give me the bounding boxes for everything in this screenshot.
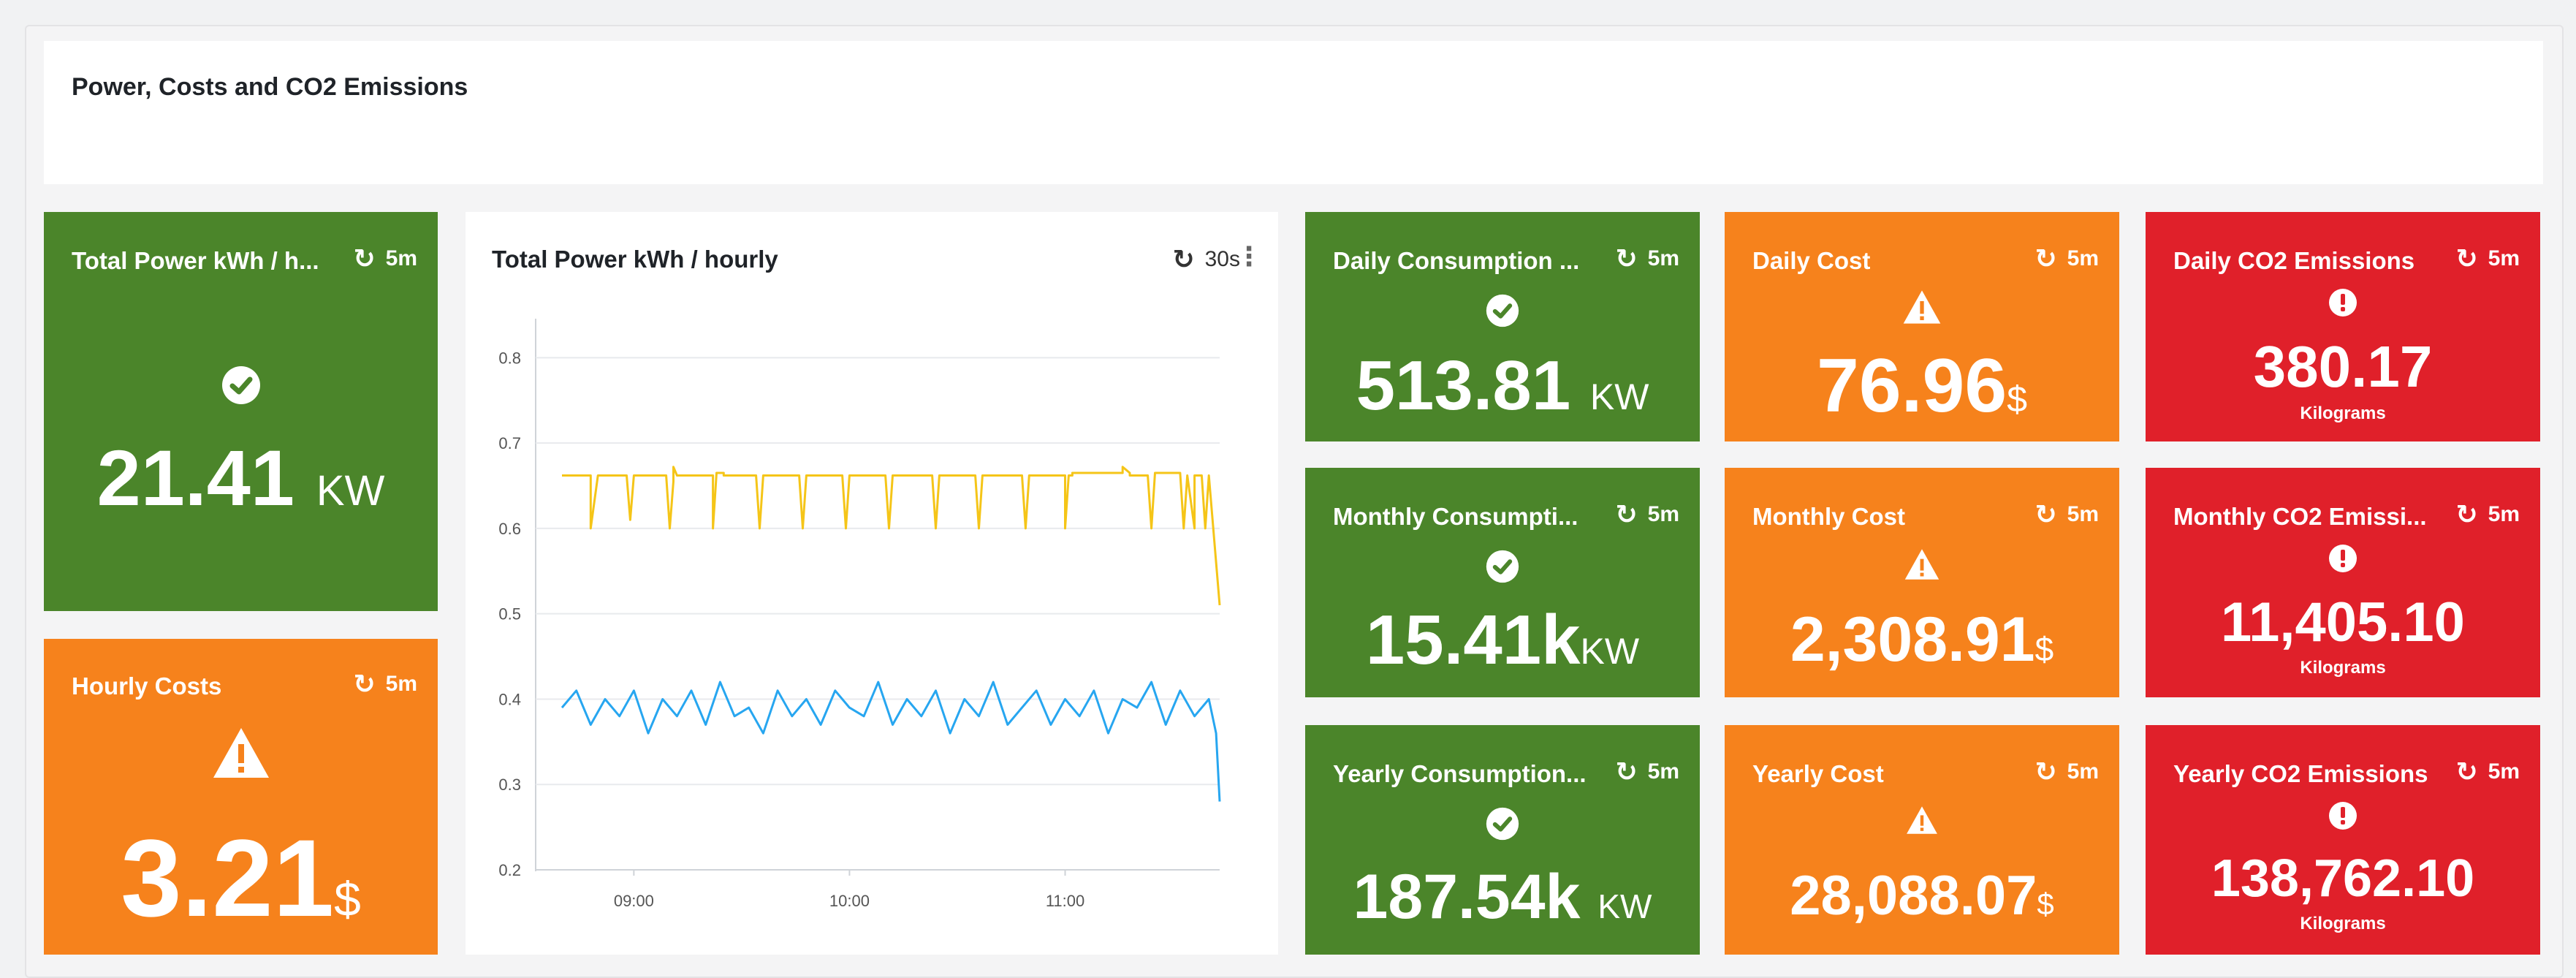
tile-daily-consumption[interactable]: Daily Consumption ... ↻ 5m 513.81 KW bbox=[1305, 212, 1700, 441]
check-circle-icon bbox=[44, 365, 438, 405]
refresh-button[interactable]: ↻ 5m bbox=[1615, 759, 1679, 785]
refresh-button[interactable]: ↻ 5m bbox=[2034, 246, 2099, 272]
refresh-icon: ↻ bbox=[1615, 499, 1638, 529]
dashboard-header: Power, Costs and CO2 Emissions bbox=[44, 41, 2543, 184]
tile-title: Total Power kWh / h... bbox=[72, 247, 319, 274]
alert-circle-icon bbox=[2146, 801, 2540, 830]
unit-label: Kilograms bbox=[2300, 914, 2386, 933]
warning-triangle-icon bbox=[44, 727, 438, 779]
y-tick-label: 0.6 bbox=[498, 520, 521, 538]
refresh-icon: ↻ bbox=[2455, 757, 2478, 786]
tile-monthly-cost[interactable]: Monthly Cost ↻ 5m 2,308.91$ bbox=[1725, 468, 2119, 697]
refresh-icon: ↻ bbox=[353, 669, 376, 699]
tile-monthly-consumption[interactable]: Monthly Consumpti... ↻ 5m 15.41kKW bbox=[1305, 468, 1700, 697]
tile-value: 28,088.07$ bbox=[1790, 865, 2054, 927]
refresh-icon: ↻ bbox=[2034, 499, 2057, 529]
tile-value: 21.41 KW bbox=[96, 433, 385, 522]
chart-panel: Total Power kWh / hourly ↻ 30s ⋮ 0.2 0.3 0.… bbox=[466, 212, 1278, 955]
tile-value: 138,762.10 bbox=[2211, 849, 2475, 908]
y-tick-label: 0.4 bbox=[498, 690, 521, 708]
refresh-icon: ↻ bbox=[353, 243, 376, 273]
tile-title: Monthly Cost bbox=[1752, 503, 1905, 530]
tile-title: Monthly Consumpti... bbox=[1333, 503, 1578, 530]
refresh-icon: ↻ bbox=[1615, 243, 1638, 273]
refresh-interval: 5m bbox=[1647, 246, 1679, 270]
refresh-interval: 5m bbox=[2067, 502, 2099, 526]
refresh-button[interactable]: ↻ 5m bbox=[2455, 759, 2520, 785]
check-circle-icon bbox=[1305, 550, 1700, 583]
refresh-interval: 5m bbox=[1647, 502, 1679, 526]
tile-value: 76.96$ bbox=[1816, 344, 2028, 428]
refresh-icon: ↻ bbox=[1615, 757, 1638, 786]
refresh-button[interactable]: ↻ 5m bbox=[2034, 501, 2099, 528]
tile-value: 3.21$ bbox=[121, 816, 361, 939]
refresh-button[interactable]: ↻ 5m bbox=[353, 246, 417, 272]
refresh-interval: 5m bbox=[385, 246, 417, 270]
tile-value: 2,308.91$ bbox=[1790, 604, 2054, 675]
tile-daily-cost[interactable]: Daily Cost ↻ 5m 76.96$ bbox=[1725, 212, 2119, 441]
refresh-interval: 5m bbox=[2067, 246, 2099, 270]
check-circle-icon bbox=[1305, 807, 1700, 841]
tile-title: Daily Consumption ... bbox=[1333, 247, 1580, 274]
y-tick-label: 0.7 bbox=[498, 434, 521, 452]
refresh-interval: 5m bbox=[2488, 759, 2520, 784]
refresh-button[interactable]: ↻ 5m bbox=[2455, 501, 2520, 528]
series-line-2 bbox=[561, 681, 1221, 802]
warning-triangle-icon bbox=[1725, 805, 2119, 835]
tile-value: 11,405.10 bbox=[2221, 591, 2465, 653]
alert-circle-icon bbox=[2146, 288, 2540, 317]
refresh-interval: 5m bbox=[2488, 502, 2520, 526]
tile-hourly-costs[interactable]: Hourly Costs ↻ 5m 3.21$ bbox=[44, 639, 438, 955]
tile-monthly-co2[interactable]: Monthly CO2 Emissi... ↻ 5m 11,405.10 Kilo… bbox=[2146, 468, 2540, 697]
line-chart: 0.2 0.3 0.4 0.5 0.6 0.7 0.8 09:00 10:00 11:00 bbox=[498, 319, 1221, 910]
tile-yearly-consumption[interactable]: Yearly Consumption... ↻ 5m 187.54k KW bbox=[1305, 725, 1700, 955]
tile-value: 187.54k KW bbox=[1353, 862, 1652, 932]
refresh-interval: 5m bbox=[385, 672, 417, 696]
tile-total-power[interactable]: Total Power kWh / h... ↻ 5m 21.41 KW bbox=[44, 212, 438, 611]
tile-title: Daily CO2 Emissions bbox=[2173, 247, 2415, 274]
tile-value: 15.41kKW bbox=[1365, 601, 1640, 679]
y-tick-label: 0.3 bbox=[498, 776, 521, 794]
x-tick-label: 09:00 bbox=[614, 892, 654, 910]
y-tick-label: 0.2 bbox=[498, 861, 521, 879]
unit-label: Kilograms bbox=[2300, 403, 2386, 423]
tile-daily-co2[interactable]: Daily CO2 Emissions ↻ 5m 380.17 Kilograms bbox=[2146, 212, 2540, 441]
x-tick-label: 11:00 bbox=[1046, 892, 1084, 910]
refresh-icon: ↻ bbox=[2455, 243, 2478, 273]
refresh-button[interactable]: ↻ 5m bbox=[1615, 501, 1679, 528]
alert-circle-icon bbox=[2146, 544, 2540, 573]
refresh-button[interactable]: ↻ 5m bbox=[2455, 246, 2520, 272]
warning-triangle-icon bbox=[1725, 289, 2119, 325]
refresh-interval: 5m bbox=[2067, 759, 2099, 784]
tile-yearly-cost[interactable]: Yearly Cost ↻ 5m 28,088.07$ bbox=[1725, 725, 2119, 955]
refresh-interval: 5m bbox=[1647, 759, 1679, 784]
warning-triangle-icon bbox=[1725, 548, 2119, 580]
check-circle-icon bbox=[1305, 294, 1700, 327]
tile-value: 513.81 KW bbox=[1356, 346, 1649, 425]
tile-title: Yearly Cost bbox=[1752, 760, 1884, 787]
y-tick-label: 0.8 bbox=[498, 349, 521, 367]
y-tick-label: 0.5 bbox=[498, 605, 521, 623]
tile-title: Monthly CO2 Emissi... bbox=[2173, 503, 2427, 530]
tile-title: Hourly Costs bbox=[72, 672, 222, 700]
tile-title: Yearly CO2 Emissions bbox=[2173, 760, 2428, 787]
tile-value: 380.17 bbox=[2253, 334, 2433, 399]
refresh-icon: ↻ bbox=[2034, 243, 2057, 273]
series-line-1 bbox=[562, 466, 1221, 606]
unit-label: Kilograms bbox=[2300, 658, 2386, 678]
refresh-icon: ↻ bbox=[2455, 499, 2478, 529]
tile-title: Daily Cost bbox=[1752, 247, 1871, 274]
tile-yearly-co2[interactable]: Yearly CO2 Emissions ↻ 5m 138,762.10 Kilo… bbox=[2146, 725, 2540, 955]
dashboard-title: Power, Costs and CO2 Emissions bbox=[72, 73, 468, 101]
refresh-button[interactable]: ↻ 5m bbox=[1615, 246, 1679, 272]
refresh-interval: 5m bbox=[2488, 246, 2520, 270]
refresh-icon: ↻ bbox=[2034, 757, 2057, 786]
x-tick-label: 10:00 bbox=[829, 892, 870, 910]
refresh-button[interactable]: ↻ 5m bbox=[353, 671, 417, 697]
tile-title: Yearly Consumption... bbox=[1333, 760, 1587, 787]
refresh-button[interactable]: ↻ 5m bbox=[2034, 759, 2099, 785]
